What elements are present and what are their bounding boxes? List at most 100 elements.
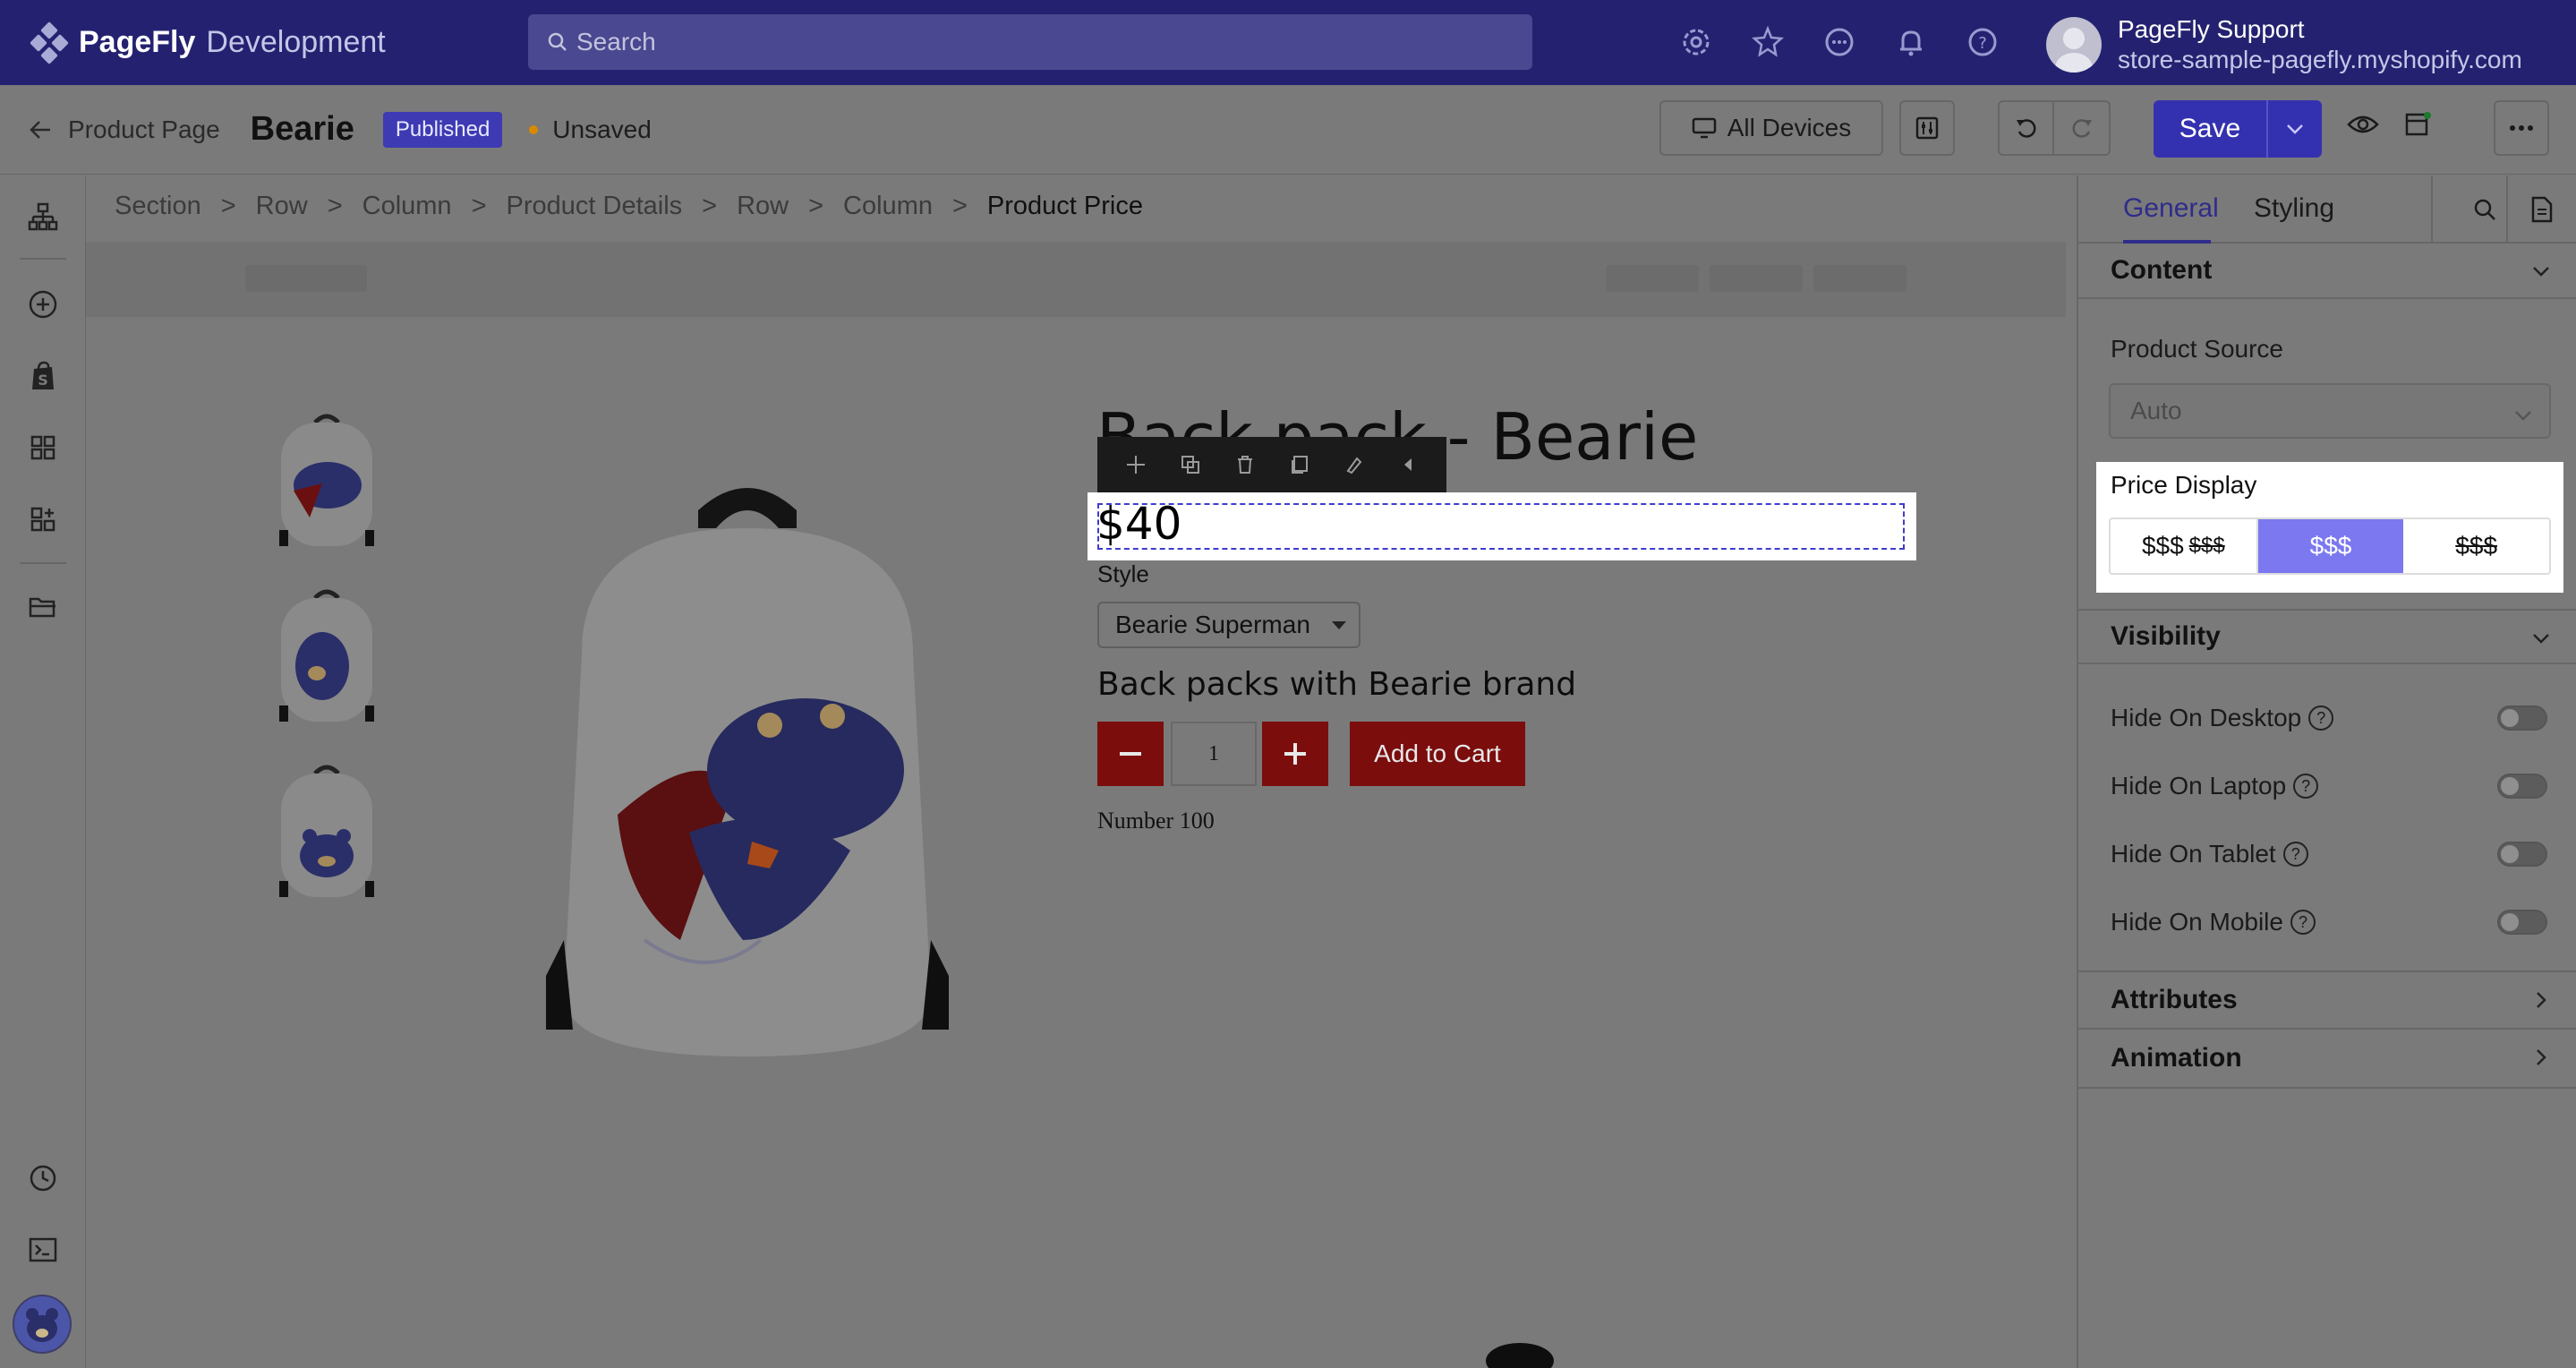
settings-panel: General Styling Content Product Source A… xyxy=(2077,175,2576,1368)
help-icon[interactable]: ? xyxy=(2308,705,2334,731)
chevron-right-icon: > xyxy=(702,192,718,220)
avatar xyxy=(2046,17,2102,73)
product-thumbnail[interactable] xyxy=(269,756,385,908)
style-icon[interactable] xyxy=(1342,452,1367,477)
chevron-down-icon[interactable] xyxy=(2266,100,2322,158)
quantity-decrease-button[interactable] xyxy=(1097,722,1164,786)
user-store: store-sample-pagefly.myshopify.com xyxy=(2118,46,2522,73)
quantity-increase-button[interactable] xyxy=(1262,722,1328,786)
product-thumbnail[interactable] xyxy=(269,405,385,557)
attributes-section-header[interactable]: Attributes xyxy=(2078,970,2576,1030)
back-label: Product Page xyxy=(68,115,220,143)
trash-icon[interactable] xyxy=(1233,452,1258,477)
tab-styling[interactable]: Styling xyxy=(2254,193,2334,224)
settings-icon[interactable] xyxy=(1679,25,1713,59)
breadcrumb-item[interactable]: Row xyxy=(256,192,308,221)
duplicate-icon[interactable] xyxy=(1178,452,1203,477)
hide-on-tablet-row: Hide On Tablet ? xyxy=(2111,836,2547,872)
caret-down-icon xyxy=(1332,621,1346,629)
grid-icon[interactable] xyxy=(25,430,61,466)
content-section-header[interactable]: Content xyxy=(2078,244,2576,299)
save-label: Save xyxy=(2179,114,2241,143)
animation-section-header[interactable]: Animation xyxy=(2078,1030,2576,1089)
chevron-right-icon xyxy=(2537,1049,2546,1065)
variant-select[interactable]: Bearie Superman xyxy=(1097,602,1361,648)
search-input[interactable]: Search xyxy=(528,14,1532,70)
help-icon[interactable]: ? xyxy=(2290,910,2316,935)
history-controls xyxy=(1998,100,2111,156)
move-icon[interactable] xyxy=(1123,452,1148,477)
product-thumbnail[interactable] xyxy=(269,580,385,732)
sliders-icon xyxy=(1915,116,1939,140)
chat-icon[interactable] xyxy=(1822,25,1856,59)
product-number-text[interactable]: Number 100 xyxy=(1097,808,1215,834)
quantity-input[interactable]: 1 xyxy=(1171,722,1257,786)
rail-divider xyxy=(20,562,66,564)
terminal-icon[interactable] xyxy=(25,1232,61,1268)
hide-on-laptop-toggle[interactable] xyxy=(2497,774,2547,799)
shopify-icon[interactable]: S xyxy=(25,358,61,394)
search-icon[interactable] xyxy=(2467,192,2503,227)
hide-on-desktop-toggle[interactable] xyxy=(2497,705,2547,731)
page-title[interactable]: Bearie xyxy=(251,110,354,149)
brand-logo[interactable]: PageFly Development xyxy=(29,21,494,64)
user-menu[interactable]: PageFly Support store-sample-pagefly.mys… xyxy=(2046,14,2522,75)
help-icon[interactable]: ? xyxy=(2293,774,2319,799)
publish-icon[interactable] xyxy=(2404,110,2433,143)
hide-on-tablet-toggle[interactable] xyxy=(2497,842,2547,867)
copy-icon[interactable] xyxy=(1287,452,1312,477)
more-button[interactable] xyxy=(2494,100,2549,156)
product-description[interactable]: Back packs with Bearie brand xyxy=(1097,666,1576,703)
breadcrumb: Section > Row > Column > Product Details > R… xyxy=(115,192,1143,221)
folder-icon[interactable] xyxy=(25,589,61,625)
placeholder-bar xyxy=(245,265,367,292)
status-badge: Published xyxy=(382,111,503,148)
product-main-image[interactable] xyxy=(510,475,985,1065)
bell-icon[interactable] xyxy=(1894,25,1928,59)
product-price-element[interactable]: $40 xyxy=(1088,492,1916,560)
chevron-right-icon: > xyxy=(951,192,968,220)
avatar[interactable] xyxy=(13,1295,72,1354)
device-selector[interactable]: All Devices xyxy=(1659,100,1883,156)
top-bar: PageFly Development Search ? PageFly Sup… xyxy=(0,0,2576,85)
breadcrumb-item[interactable]: Column xyxy=(843,192,933,221)
breadcrumb-item[interactable]: Row xyxy=(737,192,789,221)
help-icon[interactable]: ? xyxy=(1966,25,2000,59)
hide-on-mobile-toggle[interactable] xyxy=(2497,910,2547,935)
eye-icon[interactable] xyxy=(2347,112,2379,141)
undo-icon[interactable] xyxy=(2000,101,2055,155)
compare-price-text: $$$ xyxy=(2188,534,2225,558)
tab-general[interactable]: General xyxy=(2123,193,2219,224)
breadcrumb-item[interactable]: Product Details xyxy=(507,192,683,221)
breadcrumb-current[interactable]: Product Price xyxy=(987,192,1143,221)
add-to-cart-button[interactable]: Add to Cart xyxy=(1350,722,1525,786)
responsive-settings-button[interactable] xyxy=(1899,100,1955,156)
price-option-compare-only[interactable]: $$$ xyxy=(2403,519,2549,573)
divider xyxy=(2506,175,2508,244)
toggle-label: Hide On Laptop xyxy=(2111,772,2287,799)
variant-value: Bearie Superman xyxy=(1115,611,1310,638)
brand-name: PageFly xyxy=(79,25,196,59)
layers-icon[interactable] xyxy=(25,199,61,235)
breadcrumb-item[interactable]: Section xyxy=(115,192,201,221)
history-icon[interactable] xyxy=(25,1160,61,1196)
visibility-section-header[interactable]: Visibility xyxy=(2078,609,2576,664)
breadcrumb-item[interactable]: Column xyxy=(363,192,452,221)
product-source-value: Auto xyxy=(2130,397,2182,424)
apps-icon[interactable] xyxy=(25,501,61,537)
collapse-icon[interactable] xyxy=(1396,452,1421,477)
help-icon[interactable]: ? xyxy=(2282,842,2308,867)
star-icon[interactable] xyxy=(1751,25,1785,59)
price-display-options: $$$ $$$ $$$ $$$ xyxy=(2109,517,2551,575)
price-option-price-only[interactable]: $$$ xyxy=(2257,519,2404,573)
section-title: Visibility xyxy=(2111,621,2221,651)
chevron-down-icon xyxy=(2533,634,2549,644)
minus-icon xyxy=(1120,752,1141,756)
save-button[interactable]: Save xyxy=(2154,100,2322,158)
redo-icon[interactable] xyxy=(2054,101,2109,155)
add-icon[interactable] xyxy=(25,286,61,322)
back-button[interactable]: Product Page xyxy=(29,115,220,144)
file-icon[interactable] xyxy=(2524,192,2560,227)
product-source-select[interactable]: Auto xyxy=(2109,383,2551,439)
price-option-with-compare[interactable]: $$$ $$$ xyxy=(2111,519,2258,573)
